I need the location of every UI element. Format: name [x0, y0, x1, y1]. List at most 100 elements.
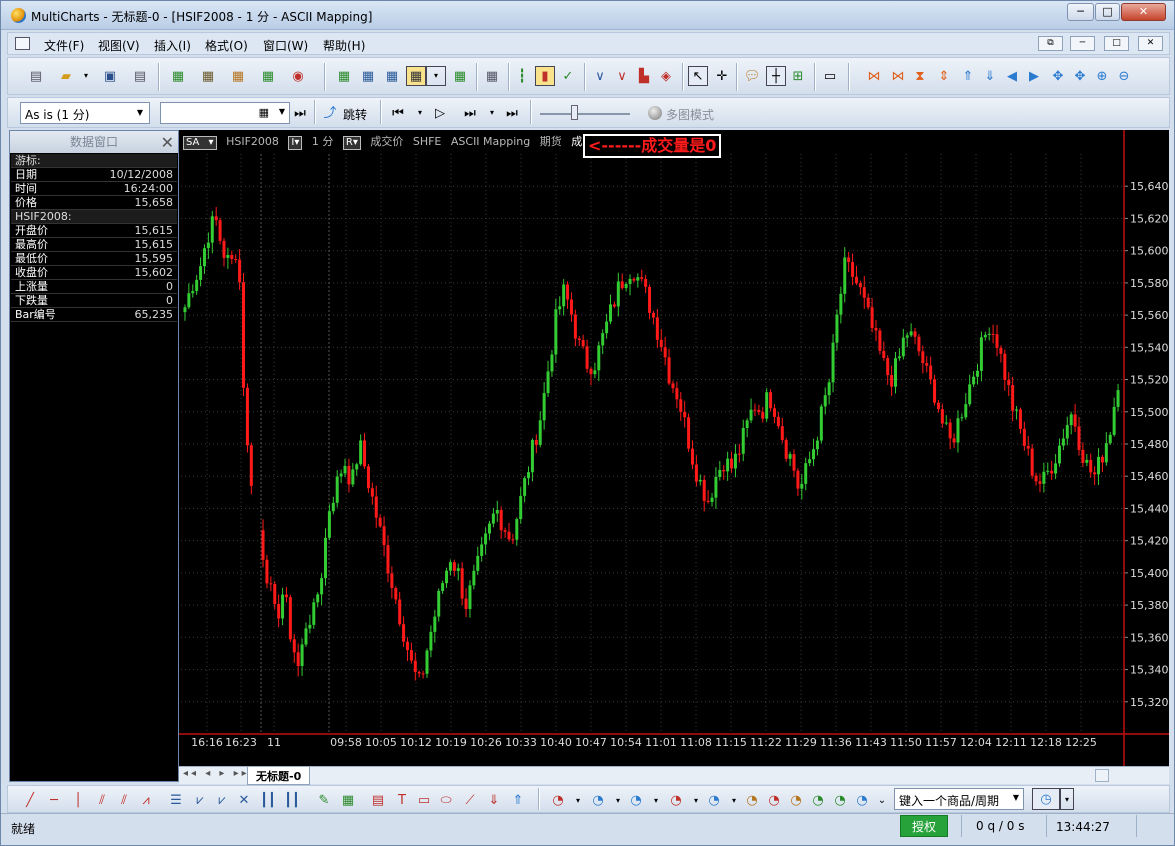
text-icon[interactable]: T — [392, 790, 412, 810]
pan-all-icon[interactable]: ✥ — [1070, 66, 1090, 86]
channel-icon[interactable]: ⫽ — [92, 790, 112, 810]
save-icon[interactable]: ▣ — [100, 66, 120, 86]
comment-icon[interactable]: 💬︎ — [742, 66, 762, 86]
zoom-out-icon[interactable]: ⊖ — [1114, 66, 1134, 86]
arrows-out-icon[interactable]: ⋈ — [888, 66, 908, 86]
menu-view[interactable]: 视图(V) — [98, 37, 140, 54]
vline-icon[interactable]: │ — [68, 790, 88, 810]
rectangle-icon[interactable]: ▭ — [414, 790, 434, 810]
open-dropdown-icon[interactable]: ▾ — [76, 66, 96, 86]
r-button[interactable]: R▾ — [342, 136, 361, 150]
scroll-left-icon[interactable]: ◀ — [1002, 66, 1022, 86]
month-chart-icon[interactable]: ◔ — [808, 790, 828, 810]
scanner-icon[interactable]: ▦ — [228, 66, 248, 86]
data-window-title[interactable]: 数据窗口 ✕ — [10, 131, 178, 153]
fib-retracement-icon[interactable]: ☰ — [166, 790, 186, 810]
symbol-interval-input[interactable]: 键入一个商品/周期 ▼ — [894, 788, 1024, 810]
tab-navigation[interactable]: ◂◂ ◂ ▸ ▸▸ — [183, 768, 250, 779]
arrow-down-icon[interactable]: ⇓ — [484, 790, 504, 810]
minimize-button[interactable]: ─ — [1067, 3, 1094, 21]
sa-button[interactable]: SA ▾ — [183, 136, 217, 150]
clock-dropdown-icon[interactable]: ▾ — [1060, 788, 1074, 810]
price-chart[interactable]: 15,320 15,340 15,360 15,380 15,400 15,420 15,4… — [179, 130, 1169, 766]
scrollbar-thumb[interactable] — [1095, 769, 1109, 782]
minutes-dropdown-icon[interactable]: ▾ — [724, 790, 744, 810]
close-button[interactable]: ✕ — [1121, 3, 1166, 21]
menu-help[interactable]: 帮助(H) — [323, 37, 365, 54]
grid-icon[interactable]: ▦ — [338, 790, 358, 810]
hourglass-icon[interactable]: ⧗ — [910, 66, 930, 86]
volume-bar-icon[interactable]: ▙ — [634, 66, 654, 86]
insert-signal-icon[interactable]: ▦ — [358, 66, 378, 86]
time-zone-icon[interactable]: ┃┃ — [282, 790, 302, 810]
title-bar[interactable]: MultiCharts - 无标题-0 - [HSIF2008 - 1 分 - … — [1, 1, 1174, 30]
dom-icon[interactable]: ▦ — [258, 66, 278, 86]
speed-slider-thumb[interactable] — [571, 105, 578, 120]
step-forward-icon[interactable]: ⏭ — [460, 103, 480, 123]
volume-chart-icon[interactable]: ◔ — [588, 790, 608, 810]
volume-dropdown-icon[interactable]: ▾ — [608, 790, 628, 810]
tab-untitled-0[interactable]: 无标题-0 — [247, 767, 311, 785]
arrow-up-icon[interactable]: ⇑ — [508, 790, 528, 810]
insert-drawing-icon[interactable]: ▦ — [382, 66, 402, 86]
check-icon[interactable]: ✓ — [558, 66, 578, 86]
format-dropdown-icon[interactable]: ▾ — [426, 66, 446, 86]
authorize-button[interactable]: 授权 — [900, 815, 948, 837]
note-icon[interactable]: ▤ — [368, 790, 388, 810]
go-end-icon[interactable]: ⏭ — [290, 103, 310, 123]
quarter-chart-icon[interactable]: ◔ — [830, 790, 850, 810]
parallel-icon[interactable]: ⫽ — [114, 790, 134, 810]
step-back-icon[interactable]: ⏮ — [388, 103, 408, 123]
scroll-down-icon[interactable]: ⇓ — [980, 66, 1000, 86]
maximize-button[interactable]: □ — [1095, 3, 1120, 21]
fib-arc-icon[interactable]: ⩗ — [212, 790, 232, 810]
move-icon[interactable]: ⊞ — [788, 66, 808, 86]
multi-chart-icon[interactable] — [648, 106, 662, 120]
step-back-dropdown-icon[interactable]: ▾ — [410, 103, 430, 123]
jump-label[interactable]: 跳转 — [343, 106, 367, 123]
mdi-minimize-icon[interactable]: ─ — [1070, 36, 1095, 51]
seconds-chart-icon[interactable]: ◔ — [666, 790, 686, 810]
hour-chart-icon[interactable]: ◔ — [742, 790, 762, 810]
mdi-restore-icon[interactable]: ⧉ — [1038, 36, 1063, 51]
jump-icon[interactable]: ⤴ — [320, 103, 340, 123]
scroll-right-icon[interactable]: ▶ — [1024, 66, 1044, 86]
line-icon[interactable]: ╱ — [20, 790, 40, 810]
menu-file[interactable]: 文件(F) — [44, 37, 84, 54]
step-forward-dropdown-icon[interactable]: ▾ — [482, 103, 502, 123]
crosshair-icon[interactable]: ✛ — [712, 66, 732, 86]
ellipse-icon[interactable]: ⬭ — [436, 790, 456, 810]
trend-down-icon[interactable]: ∨ — [612, 66, 632, 86]
speed-slider-track[interactable] — [540, 113, 630, 115]
tick-chart-icon[interactable]: ◔ — [548, 790, 568, 810]
insert-study-icon[interactable]: ▦ — [334, 66, 354, 86]
mdi-close-icon[interactable]: ✕ — [1138, 36, 1163, 51]
pointer-icon[interactable]: ↖ — [688, 66, 708, 86]
range-chart-icon[interactable]: ◔ — [626, 790, 646, 810]
resolution-select[interactable]: As is (1 分) ▼ — [20, 102, 150, 124]
date-select[interactable]: ▦ ▼ — [160, 102, 290, 124]
week-chart-icon[interactable]: ◔ — [786, 790, 806, 810]
scroll-up-icon[interactable]: ⇑ — [958, 66, 978, 86]
pan-icon[interactable]: ✥ — [1048, 66, 1068, 86]
more-chevron-icon[interactable]: ⌄ — [872, 790, 892, 810]
trend-line-icon[interactable]: ∨ — [590, 66, 610, 86]
quote-manager-icon[interactable]: ▦ — [198, 66, 218, 86]
seconds-dropdown-icon[interactable]: ▾ — [686, 790, 706, 810]
range-dropdown-icon[interactable]: ▾ — [646, 790, 666, 810]
new-icon[interactable]: ▤ — [26, 66, 46, 86]
zoom-in-icon[interactable]: ⊕ — [1092, 66, 1112, 86]
clock-icon[interactable]: ◷ — [1032, 788, 1060, 810]
cross-cursor-icon[interactable]: ┼ — [766, 66, 786, 86]
cycle-icon[interactable]: ┃┃ — [258, 790, 278, 810]
candle-icon[interactable]: ▮ — [535, 66, 555, 86]
play-icon[interactable]: ▷ — [430, 103, 450, 123]
market-depth-icon[interactable]: ◈ — [656, 66, 676, 86]
gann-icon[interactable]: ✕ — [234, 790, 254, 810]
expand-vertical-icon[interactable]: ⇕ — [934, 66, 954, 86]
minutes-chart-icon[interactable]: ◔ — [704, 790, 724, 810]
menu-window[interactable]: 窗口(W) — [263, 37, 308, 54]
arrows-in-icon[interactable]: ⋈ — [864, 66, 884, 86]
menu-format[interactable]: 格式(O) — [205, 37, 248, 54]
fib-fan-icon[interactable]: ⩗ — [190, 790, 210, 810]
